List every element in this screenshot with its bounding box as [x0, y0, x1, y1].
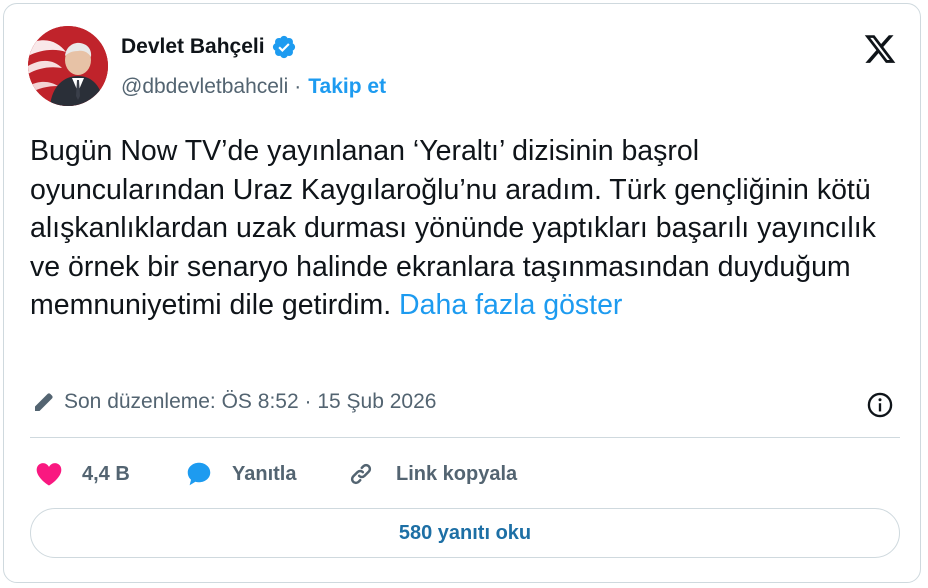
tweet-text: Bugün Now TV’de yayınlanan ‘Yeraltı’ diz… — [30, 132, 900, 325]
author-handle[interactable]: @dbdevletbahceli — [121, 75, 288, 99]
verified-badge-icon — [272, 35, 295, 59]
tweet-card: Devlet Bahçeli @dbdevletbahceli · Takip … — [3, 3, 921, 583]
copy-link-label: Link kopyala — [396, 462, 518, 485]
author-name-row: Devlet Bahçeli — [121, 34, 297, 60]
heart-icon — [36, 463, 62, 486]
like-button[interactable]: 4,4 B — [34, 457, 130, 491]
show-more-link[interactable]: Daha fazla göster — [399, 289, 622, 321]
follow-button[interactable]: Takip et — [308, 75, 386, 99]
speech-bubble-icon — [187, 462, 211, 486]
edited-timestamp[interactable]: Son düzenleme: ÖS 8:52 · 15 Şub 2026 — [64, 390, 436, 414]
x-logo-icon[interactable] — [862, 32, 898, 66]
edit-info-row: Son düzenleme: ÖS 8:52 · 15 Şub 2026 — [32, 390, 436, 414]
reply-label: Yanıtla — [232, 462, 297, 485]
read-replies-button[interactable]: 580 yanıtı oku — [30, 508, 900, 558]
like-count: 4,4 B — [82, 462, 130, 485]
read-replies-label: 580 yanıtı oku — [398, 521, 532, 544]
avatar[interactable] — [28, 26, 108, 106]
link-icon — [350, 463, 372, 485]
avatar-photo — [28, 26, 108, 106]
reply-button[interactable]: Yanıtla — [184, 457, 296, 491]
info-icon[interactable] — [866, 391, 894, 419]
pencil-icon — [35, 393, 53, 411]
author-display-name[interactable]: Devlet Bahçeli — [121, 35, 265, 59]
handle-separator: · — [294, 75, 302, 98]
author-handle-row: @dbdevletbahceli · Takip et — [121, 75, 386, 99]
copy-link-button[interactable]: Link kopyala — [346, 457, 517, 491]
divider — [30, 437, 900, 438]
